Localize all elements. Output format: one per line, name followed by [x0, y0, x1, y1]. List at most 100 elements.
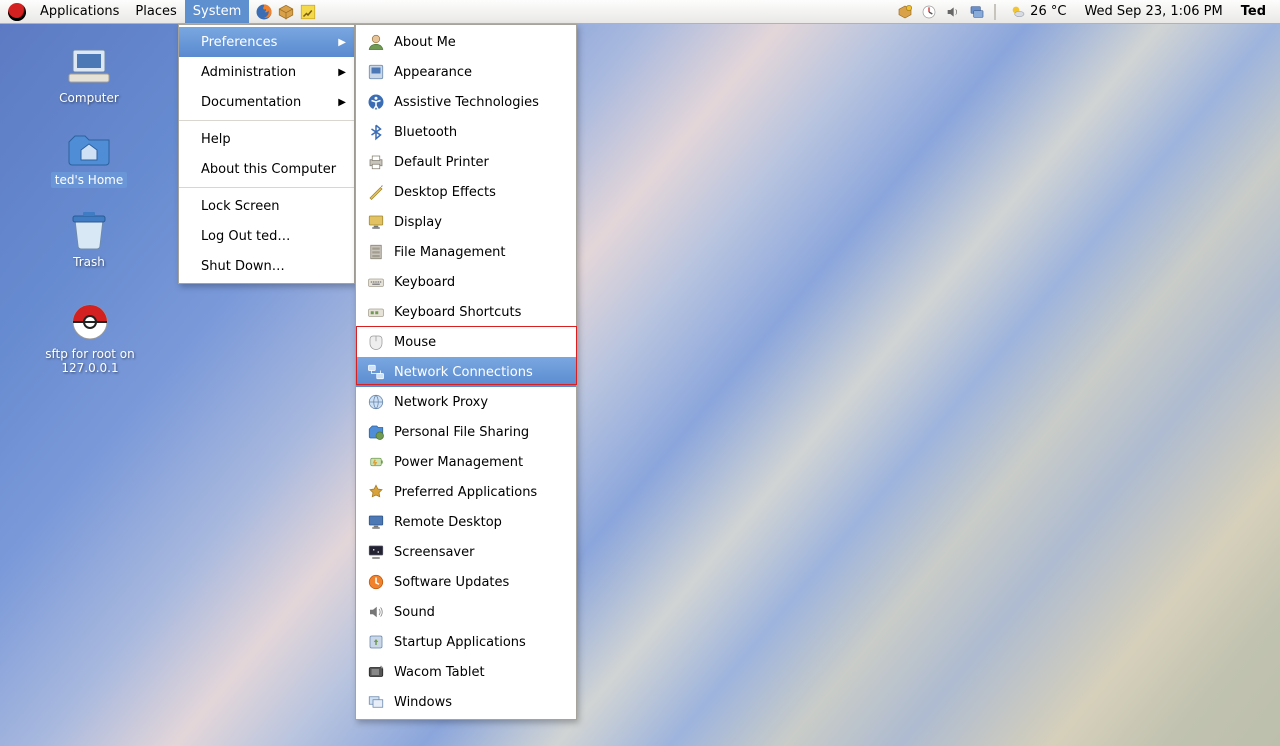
pref-item-preferred-applications[interactable]: Preferred Applications	[356, 477, 576, 507]
pref-item-power-management[interactable]: Power Management	[356, 447, 576, 477]
submenu-arrow-icon: ▶	[338, 67, 346, 78]
desktop-icon-trash[interactable]: Trash	[34, 210, 144, 270]
menu-item-lock-screen[interactable]: Lock Screen	[179, 191, 354, 221]
printer-icon	[366, 152, 386, 172]
tablet-icon	[366, 662, 386, 682]
menu-item-label: Startup Applications	[394, 635, 526, 650]
pref-item-display[interactable]: Display	[356, 207, 576, 237]
menu-item-label: Shut Down…	[201, 259, 285, 274]
panel-right: 26 °C Wed Sep 23, 1:06 PM Ted	[896, 0, 1280, 23]
preferred-apps-icon	[366, 482, 386, 502]
pref-item-file-management[interactable]: File Management	[356, 237, 576, 267]
windows-icon	[366, 692, 386, 712]
menu-item-label: Mouse	[394, 335, 436, 350]
weather-icon	[1010, 4, 1026, 20]
system-dropdown: Preferences ▶ Administration ▶ Documenta…	[178, 24, 355, 284]
pref-item-printer[interactable]: Default Printer	[356, 147, 576, 177]
applications-menu[interactable]: Applications	[32, 0, 127, 23]
menu-item-label: Bluetooth	[394, 125, 457, 140]
menu-item-label: Remote Desktop	[394, 515, 502, 530]
menu-separator	[179, 120, 354, 121]
display-icon	[366, 212, 386, 232]
menu-item-label: Assistive Technologies	[394, 95, 539, 110]
menu-item-documentation[interactable]: Documentation ▶	[179, 87, 354, 117]
battery-icon	[366, 452, 386, 472]
package-manager-launcher[interactable]	[275, 1, 297, 23]
pref-item-personal-file-sharing[interactable]: Personal File Sharing	[356, 417, 576, 447]
clock-applet[interactable]: Wed Sep 23, 1:06 PM	[1078, 4, 1228, 19]
desktop-icon-label: Computer	[55, 90, 123, 106]
cpu-meter-tray-icon[interactable]	[920, 3, 938, 21]
pref-item-sound[interactable]: Sound	[356, 597, 576, 627]
menu-item-label: Network Proxy	[394, 395, 488, 410]
submenu-arrow-icon: ▶	[338, 97, 346, 108]
weather-temp: 26 °C	[1030, 4, 1066, 19]
menu-item-label: File Management	[394, 245, 506, 260]
menu-item-label: Power Management	[394, 455, 523, 470]
submenu-arrow-icon: ▶	[338, 37, 346, 48]
pref-item-keyboard[interactable]: Keyboard	[356, 267, 576, 297]
desktop-icon-sftp[interactable]: sftp for root on 127.0.0.1	[20, 302, 160, 376]
volume-tray-icon[interactable]	[944, 3, 962, 21]
notes-launcher[interactable]	[297, 1, 319, 23]
pref-item-windows[interactable]: Windows	[356, 687, 576, 717]
desktop-icon-label: Trash	[69, 254, 109, 270]
pref-item-keyboard-shortcuts[interactable]: Keyboard Shortcuts	[356, 297, 576, 327]
keyboard-icon	[366, 272, 386, 292]
menu-item-label: Keyboard	[394, 275, 455, 290]
desktop-icon-label: ted's Home	[51, 172, 128, 188]
menu-item-label: Desktop Effects	[394, 185, 496, 200]
places-menu[interactable]: Places	[127, 0, 184, 23]
pref-item-appearance[interactable]: Appearance	[356, 57, 576, 87]
menu-item-logout[interactable]: Log Out ted…	[179, 221, 354, 251]
package-icon	[277, 3, 295, 21]
menu-item-label: Appearance	[394, 65, 472, 80]
pref-item-network-proxy[interactable]: Network Proxy	[356, 387, 576, 417]
menu-item-shutdown[interactable]: Shut Down…	[179, 251, 354, 281]
menu-item-label: About this Computer	[201, 162, 336, 177]
firefox-launcher[interactable]	[253, 1, 275, 23]
menu-item-about[interactable]: About this Computer	[179, 154, 354, 184]
pref-item-mouse[interactable]: Mouse	[356, 327, 576, 357]
proxy-icon	[366, 392, 386, 412]
menu-item-label: About Me	[394, 35, 456, 50]
pref-item-software-updates[interactable]: Software Updates	[356, 567, 576, 597]
updates-icon	[366, 572, 386, 592]
pref-item-startup-applications[interactable]: Startup Applications	[356, 627, 576, 657]
pref-item-network-connections[interactable]: Network Connections	[356, 357, 576, 387]
remote-desktop-icon	[366, 512, 386, 532]
desktop-icon-label: sftp for root on 127.0.0.1	[20, 346, 160, 376]
menu-item-label: Network Connections	[394, 365, 533, 380]
accessibility-icon	[366, 92, 386, 112]
network-tray-icon[interactable]	[968, 3, 986, 21]
redhat-logo-icon[interactable]	[8, 3, 26, 21]
menu-item-preferences[interactable]: Preferences ▶	[179, 27, 354, 57]
menu-item-administration[interactable]: Administration ▶	[179, 57, 354, 87]
user-menu[interactable]: Ted	[1235, 4, 1272, 19]
menu-item-help[interactable]: Help	[179, 124, 354, 154]
pref-item-wacom-tablet[interactable]: Wacom Tablet	[356, 657, 576, 687]
pref-item-bluetooth[interactable]: Bluetooth	[356, 117, 576, 147]
menu-item-label: Administration	[201, 65, 296, 80]
file-cabinet-icon	[366, 242, 386, 262]
weather-applet[interactable]: 26 °C	[1004, 4, 1072, 20]
menu-item-label: Lock Screen	[201, 199, 279, 214]
appearance-icon	[366, 62, 386, 82]
system-menu[interactable]: System	[185, 0, 249, 23]
update-tray-icon[interactable]	[896, 3, 914, 21]
pref-item-about-me[interactable]: About Me	[356, 27, 576, 57]
desktop-icon-computer[interactable]: Computer	[34, 46, 144, 106]
menu-item-label: Software Updates	[394, 575, 509, 590]
top-panel: Applications Places System 26 °C Wed Sep…	[0, 0, 1280, 24]
menu-item-label: Personal File Sharing	[394, 425, 529, 440]
pref-item-desktop-effects[interactable]: Desktop Effects	[356, 177, 576, 207]
pref-item-screensaver[interactable]: Screensaver	[356, 537, 576, 567]
sftp-icon	[66, 302, 114, 342]
screensaver-icon	[366, 542, 386, 562]
preferences-submenu: About Me Appearance Assistive Technologi…	[355, 24, 577, 720]
pref-item-remote-desktop[interactable]: Remote Desktop	[356, 507, 576, 537]
desktop-icon-home[interactable]: ted's Home	[34, 128, 144, 188]
pref-item-assistive[interactable]: Assistive Technologies	[356, 87, 576, 117]
panel-left: Applications Places System	[0, 0, 319, 23]
sound-icon	[366, 602, 386, 622]
